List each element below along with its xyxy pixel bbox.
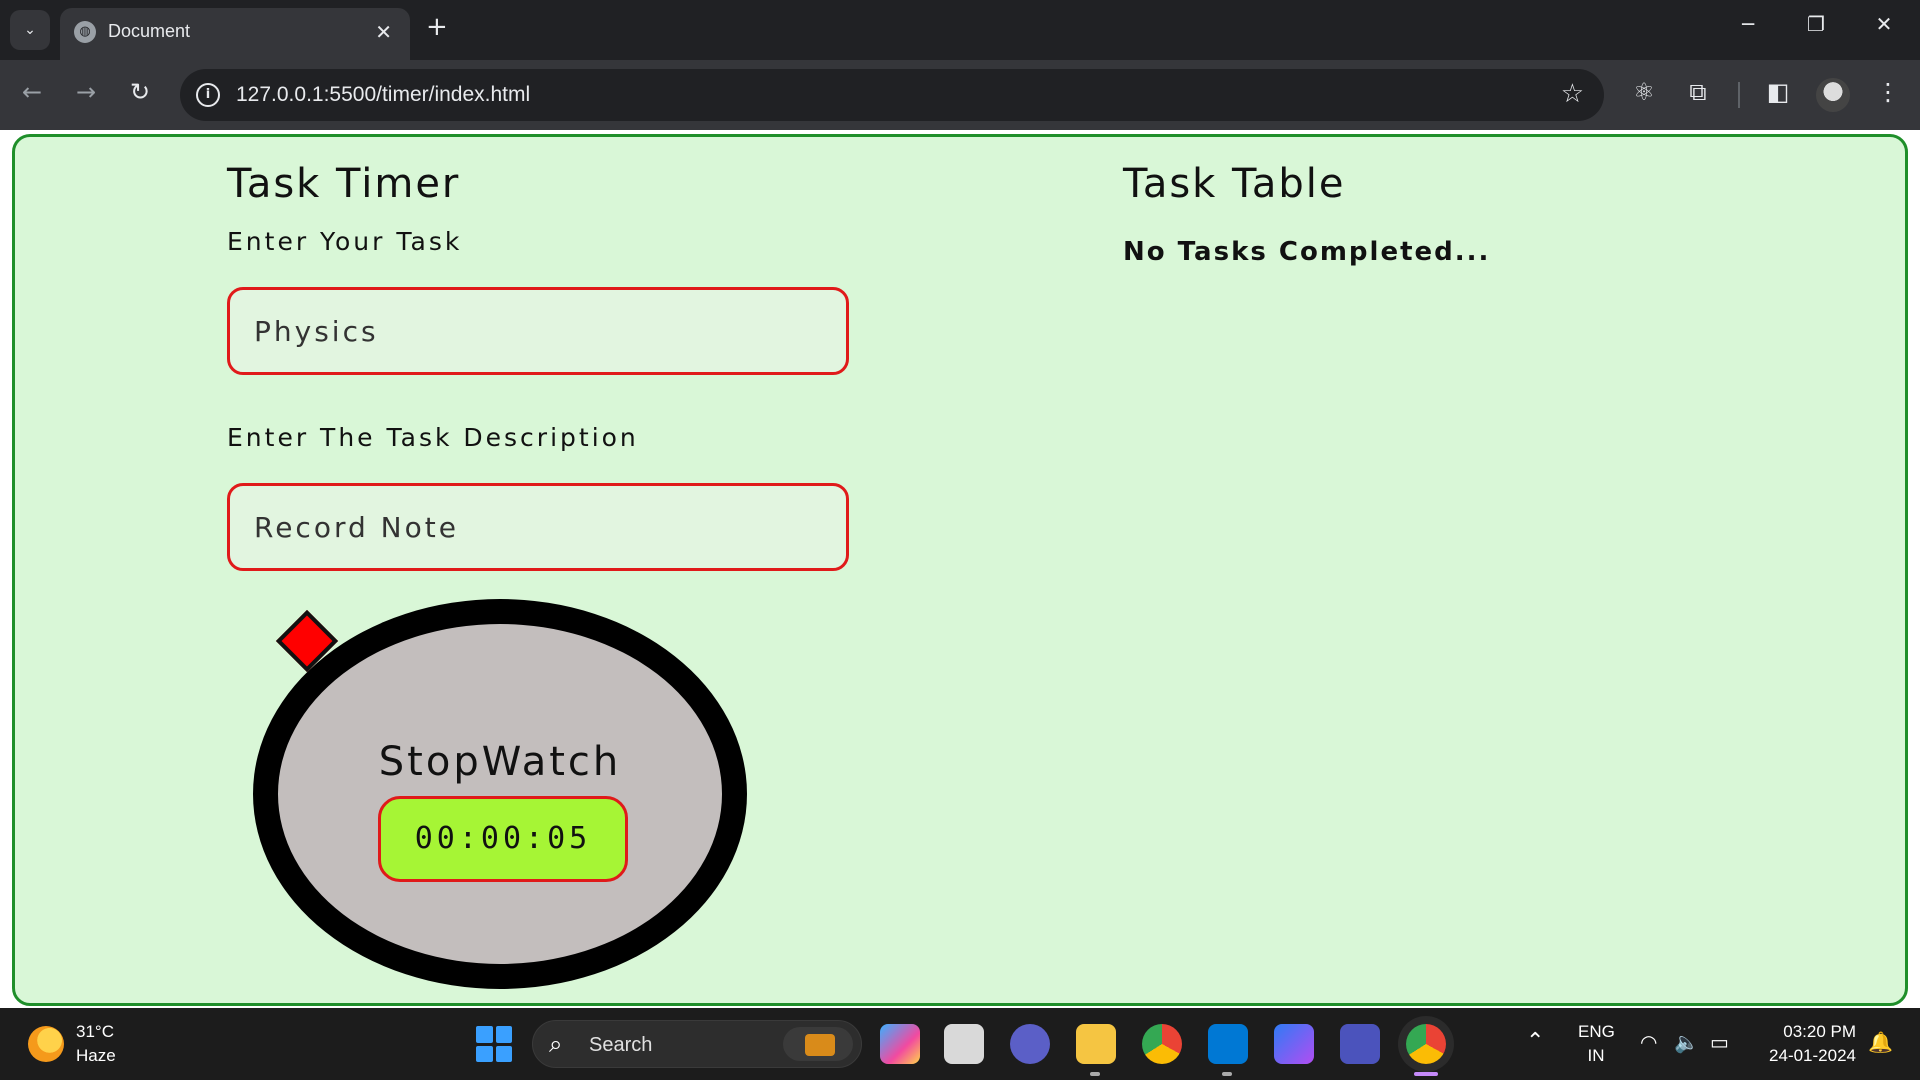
profile-avatar[interactable] — [1816, 78, 1850, 112]
globe-icon: ◍ — [74, 21, 96, 43]
region-indicator[interactable]: IN — [1578, 1046, 1614, 1066]
close-window-button[interactable]: ✕ — [1864, 12, 1904, 36]
stopwatch-face: StopWatch 00:00:05 — [253, 599, 747, 989]
bookmark-star-icon[interactable]: ☆ — [1561, 79, 1584, 109]
file-explorer-icon[interactable] — [1076, 1024, 1116, 1064]
task-view-icon[interactable] — [944, 1024, 984, 1064]
search-label: Search — [589, 1034, 653, 1056]
notification-bell-icon[interactable]: 🔔 — [1868, 1030, 1893, 1055]
back-button[interactable]: ← — [14, 78, 50, 106]
taskbar-search[interactable]: ⌕ Search — [532, 1020, 862, 1068]
volume-icon[interactable]: 🔈 — [1674, 1030, 1699, 1055]
search-icon: ⌕ — [549, 1030, 563, 1058]
teams-icon[interactable] — [1340, 1024, 1380, 1064]
clock-time[interactable]: 03:20 PM — [1760, 1022, 1856, 1042]
table-title: Task Table — [1123, 161, 1346, 207]
url-text[interactable]: 127.0.0.1:5500/timer/index.html — [236, 83, 530, 107]
battery-icon[interactable]: ▭ — [1710, 1030, 1729, 1055]
task-input[interactable] — [227, 287, 849, 375]
browser-tab[interactable]: ◍ Document ✕ — [60, 8, 410, 60]
empty-tasks-message: No Tasks Completed... — [1123, 237, 1491, 267]
windows-taskbar: 31°C Haze ⌕ Search ⌃ ENG IN ◠ 🔈 ▭ 03:20 … — [0, 1008, 1920, 1080]
tab-close-button[interactable]: ✕ — [375, 20, 392, 44]
vscode-indicator — [1222, 1072, 1232, 1076]
start-button[interactable] — [476, 1026, 512, 1062]
toolbar-divider — [1738, 82, 1740, 108]
weather-icon[interactable] — [28, 1026, 64, 1062]
chrome-active-indicator — [1414, 1072, 1438, 1076]
stopwatch-display: 00:00:05 — [378, 796, 628, 882]
chrome-active-icon[interactable] — [1406, 1024, 1446, 1064]
meet-icon[interactable] — [1010, 1024, 1050, 1064]
file-explorer-indicator — [1090, 1072, 1100, 1076]
search-highlight-icon — [783, 1027, 853, 1061]
address-bar[interactable]: i 127.0.0.1:5500/timer/index.html ☆ — [180, 69, 1604, 121]
stopwatch-label: StopWatch — [378, 739, 622, 785]
language-indicator[interactable]: ENG — [1578, 1022, 1615, 1042]
weather-condition[interactable]: Haze — [76, 1046, 116, 1066]
browser-toolbar: ← → ↻ i 127.0.0.1:5500/timer/index.html … — [0, 60, 1920, 130]
chrome-icon[interactable] — [1142, 1024, 1182, 1064]
site-info-icon[interactable]: i — [196, 83, 220, 107]
tab-search-button[interactable]: ⌄ — [10, 10, 50, 50]
app-container: Task Timer Enter Your Task Enter The Tas… — [12, 134, 1908, 1006]
weather-temperature[interactable]: 31°C — [76, 1022, 114, 1042]
copilot-icon[interactable] — [880, 1024, 920, 1064]
reload-button[interactable]: ↻ — [122, 78, 158, 106]
extensions-icon[interactable]: ⧉ — [1680, 78, 1716, 106]
forward-button[interactable]: → — [68, 78, 104, 106]
show-hidden-icons-chevron-icon[interactable]: ⌃ — [1526, 1028, 1544, 1054]
clock-date[interactable]: 24-01-2024 — [1760, 1046, 1856, 1066]
task-label: Enter Your Task — [227, 227, 463, 256]
copilot-app-icon[interactable] — [1274, 1024, 1314, 1064]
vscode-icon[interactable] — [1208, 1024, 1248, 1064]
stopwatch: StopWatch 00:00:05 — [245, 599, 765, 999]
description-input[interactable] — [227, 483, 849, 571]
side-panel-icon[interactable]: ◧ — [1760, 78, 1796, 106]
description-label: Enter The Task Description — [227, 423, 639, 452]
react-devtools-icon[interactable]: ⚛ — [1626, 78, 1662, 106]
wifi-icon[interactable]: ◠ — [1640, 1030, 1657, 1055]
page-viewport: Task Timer Enter Your Task Enter The Tas… — [0, 130, 1920, 1008]
browser-tab-bar: ⌄ ◍ Document ✕ + ─ ❐ ✕ — [0, 0, 1920, 60]
timer-title: Task Timer — [227, 161, 461, 207]
new-tab-button[interactable]: + — [426, 12, 448, 42]
minimize-button[interactable]: ─ — [1728, 12, 1768, 36]
browser-menu-icon[interactable]: ⋮ — [1870, 78, 1906, 106]
restore-button[interactable]: ❐ — [1796, 12, 1836, 36]
tab-title: Document — [108, 21, 191, 41]
